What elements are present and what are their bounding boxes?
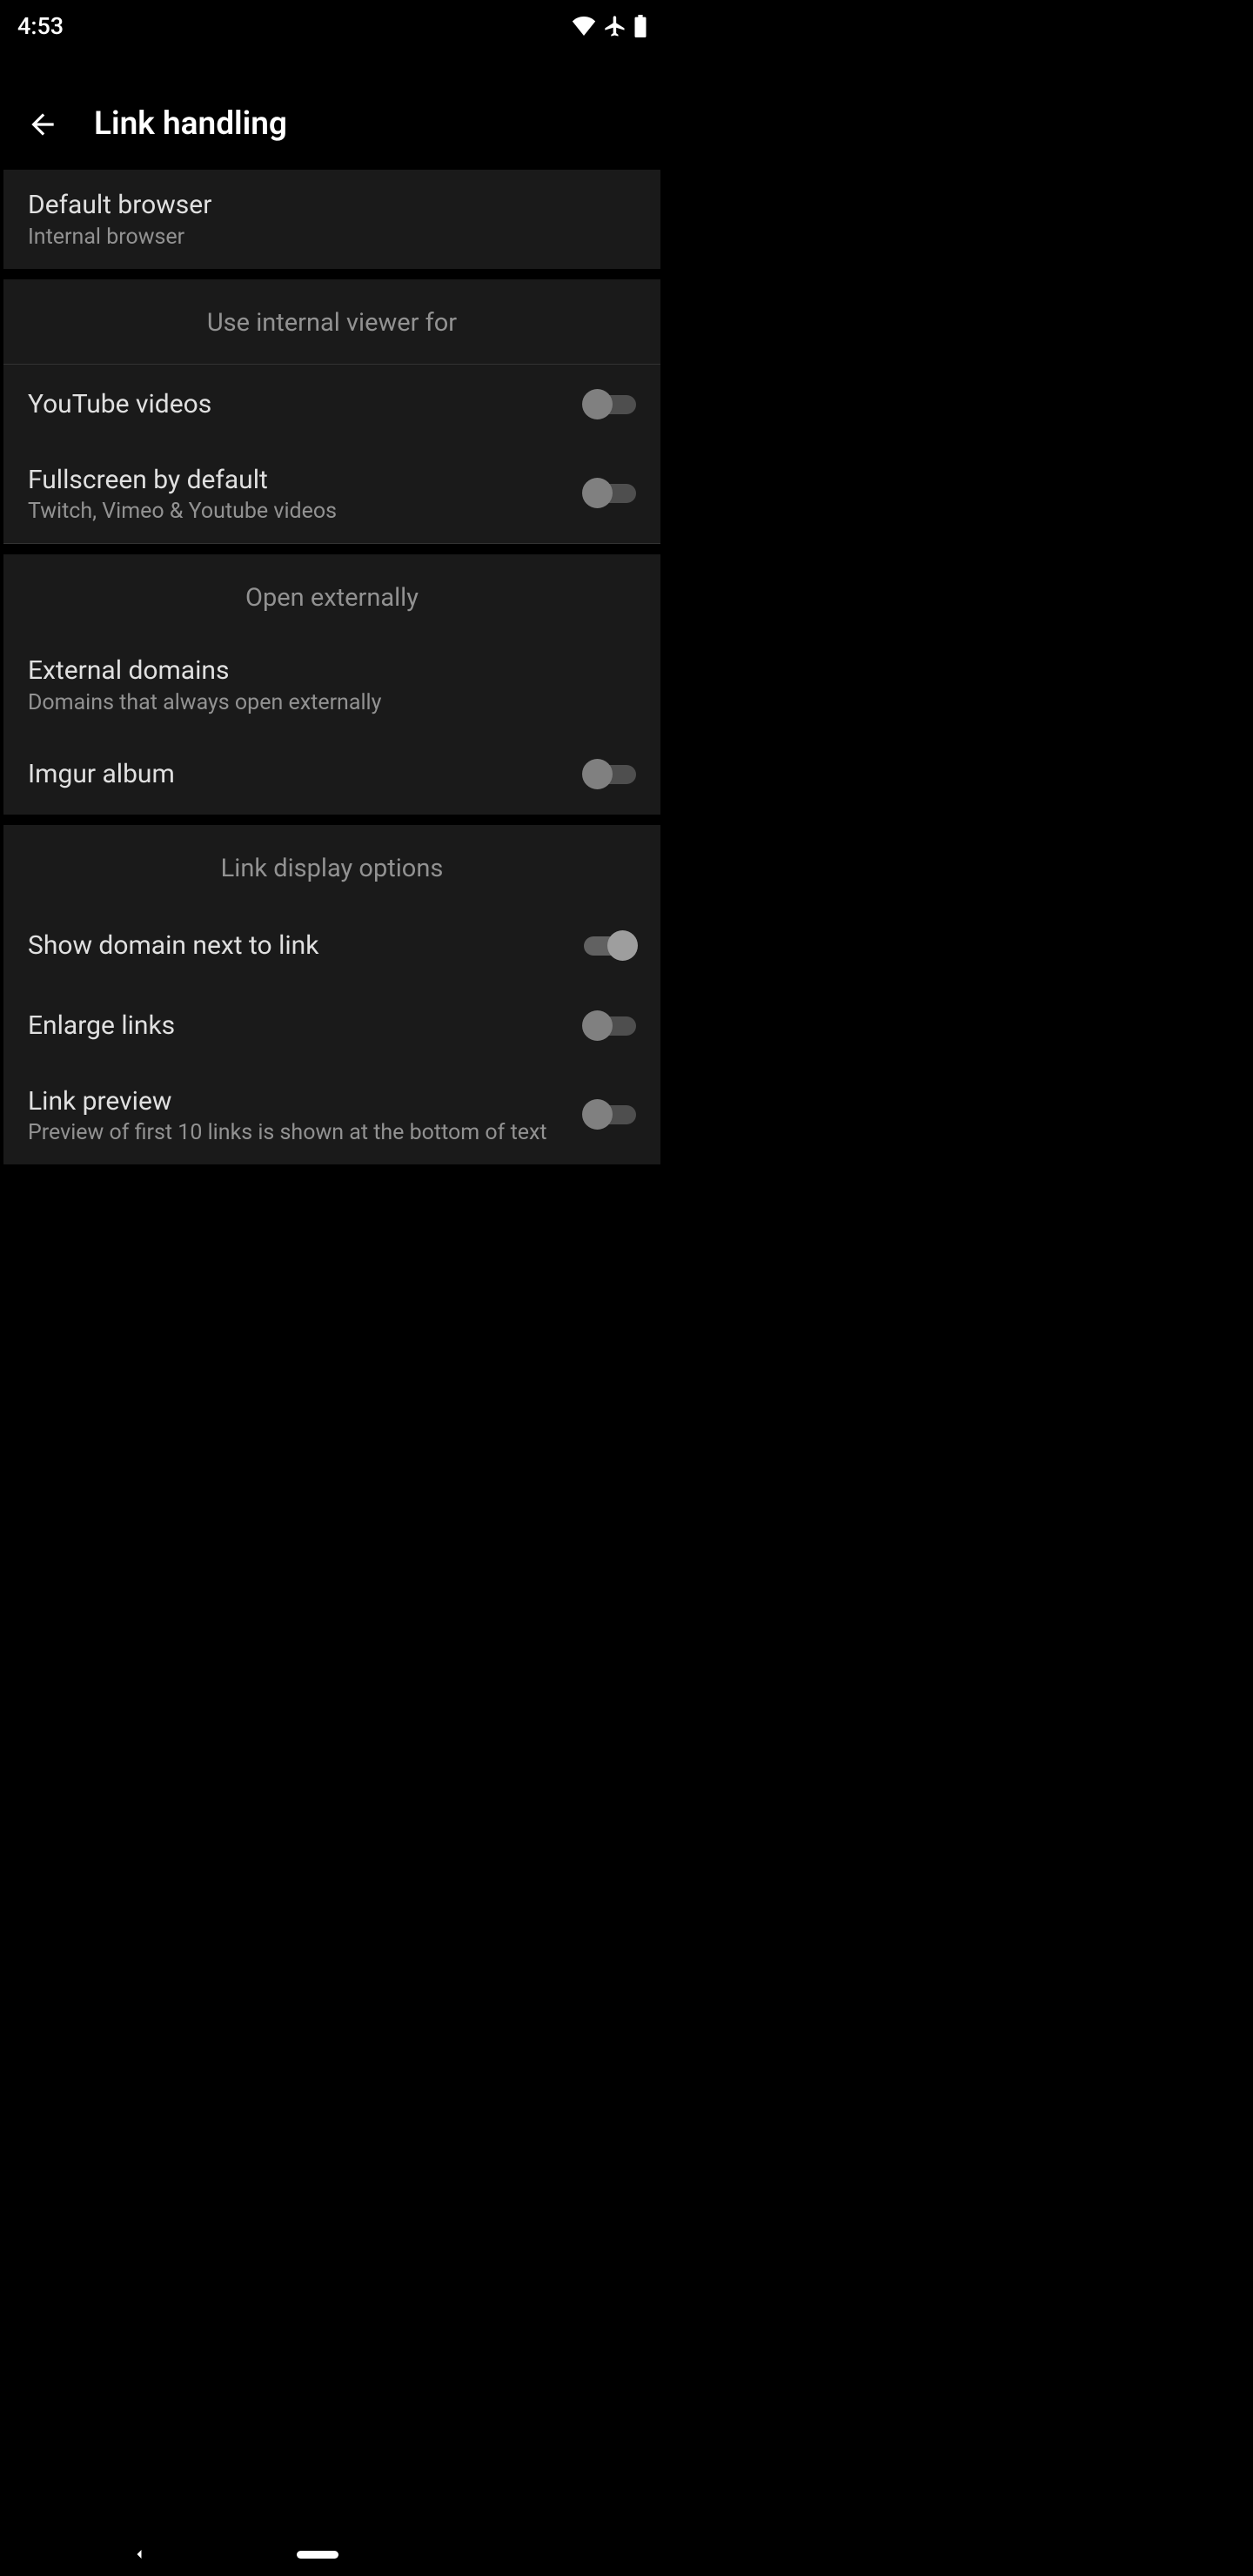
toggle-show-domain[interactable] <box>584 936 636 956</box>
section-open-externally: Open externally External domains Domains… <box>3 554 660 815</box>
navigation-bar <box>0 2532 1253 2576</box>
setting-link-preview[interactable]: Link preview Preview of first 10 links i… <box>3 1066 660 1165</box>
setting-title: Imgur album <box>28 758 584 791</box>
arrow-back-icon <box>26 108 59 141</box>
setting-show-domain[interactable]: Show domain next to link <box>3 906 660 986</box>
setting-title: Enlarge links <box>28 1010 584 1043</box>
setting-enlarge-links[interactable]: Enlarge links <box>3 986 660 1066</box>
setting-subtitle: Domains that always open externally <box>28 690 636 715</box>
section-header-open-externally: Open externally <box>3 554 660 635</box>
section-header-internal-viewer: Use internal viewer for <box>3 279 660 365</box>
section-internal-viewer: Use internal viewer for YouTube videos F… <box>3 279 660 545</box>
status-bar: 4:53 <box>0 0 664 52</box>
setting-subtitle: Preview of first 10 links is shown at th… <box>28 1120 584 1145</box>
setting-title: External domains <box>28 654 636 688</box>
section-default-browser: Default browser Internal browser <box>3 170 660 269</box>
setting-subtitle: Twitch, Vimeo & Youtube videos <box>28 499 584 524</box>
battery-icon <box>634 15 647 37</box>
status-icons <box>572 14 647 38</box>
toggle-enlarge-links[interactable] <box>584 1016 636 1036</box>
setting-default-browser[interactable]: Default browser Internal browser <box>3 170 660 269</box>
toolbar: Link handling <box>0 78 664 170</box>
setting-external-domains[interactable]: External domains Domains that always ope… <box>3 635 660 735</box>
nav-back-icon[interactable] <box>131 2546 148 2563</box>
setting-title: YouTube videos <box>28 388 584 421</box>
settings-container: Default browser Internal browser Use int… <box>0 170 664 1164</box>
setting-title: Link preview <box>28 1085 584 1118</box>
divider <box>3 543 660 544</box>
section-link-display: Link display options Show domain next to… <box>3 825 660 1165</box>
toggle-youtube-videos[interactable] <box>584 395 636 414</box>
toggle-link-preview[interactable] <box>584 1105 636 1124</box>
setting-title: Fullscreen by default <box>28 464 584 497</box>
wifi-icon <box>572 17 596 36</box>
toggle-imgur-album[interactable] <box>584 765 636 784</box>
setting-imgur-album[interactable]: Imgur album <box>3 735 660 815</box>
airplane-icon <box>603 14 627 38</box>
back-button[interactable] <box>22 104 64 145</box>
setting-youtube-videos[interactable]: YouTube videos <box>3 365 660 445</box>
section-header-link-display: Link display options <box>3 825 660 906</box>
page-title: Link handling <box>94 105 287 143</box>
setting-fullscreen-default[interactable]: Fullscreen by default Twitch, Vimeo & Yo… <box>3 445 660 544</box>
setting-subtitle: Internal browser <box>28 225 636 250</box>
toggle-fullscreen-default[interactable] <box>584 484 636 503</box>
setting-title: Default browser <box>28 189 636 222</box>
setting-title: Show domain next to link <box>28 929 584 963</box>
nav-home-pill[interactable] <box>297 2551 338 2559</box>
status-time: 4:53 <box>17 12 64 40</box>
